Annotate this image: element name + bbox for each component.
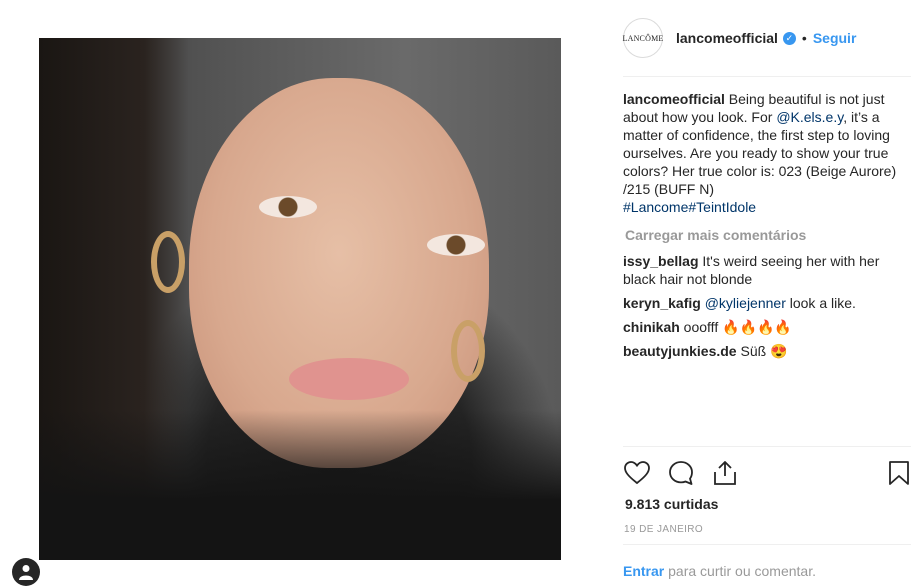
header-separator: • — [801, 30, 807, 46]
photo-lips — [289, 358, 409, 400]
photo-earring-left — [151, 231, 185, 293]
caption-hashtags-link[interactable]: #Lancome#TeintIdole — [623, 199, 756, 215]
comment-item: chinikah ooofff 🔥🔥🔥🔥 — [623, 318, 911, 336]
post-date: 19 DE JANEIRO — [624, 524, 704, 535]
login-prompt-text: para curtir ou comentar. — [664, 563, 816, 579]
post-actions-bar — [623, 455, 911, 491]
bookmark-icon[interactable] — [885, 459, 913, 487]
photo-eye-right — [427, 234, 485, 256]
comment-item: beautyjunkies.de Süß 😍 — [623, 342, 911, 360]
comment-text: ooofff 🔥🔥🔥🔥 — [679, 319, 792, 335]
caption-mention-link[interactable]: @K.els.e.y — [776, 109, 843, 125]
post-sidebar: LANCÔME lancomeofficial ✓ • Seguir lanco… — [600, 0, 923, 588]
actions-divider — [623, 446, 911, 447]
comment-username[interactable]: keryn_kafig — [623, 295, 701, 311]
user-avatar-icon[interactable] — [12, 558, 40, 586]
user-avatar-glyph — [19, 565, 33, 580]
load-more-comments-button[interactable]: Carregar mais comentários — [623, 226, 911, 244]
photo-eye-left — [259, 196, 317, 218]
comment-username[interactable]: chinikah — [623, 319, 680, 335]
comment-mention-link[interactable]: @kyliejenner — [705, 295, 786, 311]
login-link[interactable]: Entrar — [623, 563, 664, 579]
follow-button[interactable]: Seguir — [813, 30, 857, 46]
comment-text: look a like. — [785, 295, 856, 311]
comment-username[interactable]: beautyjunkies.de — [623, 343, 737, 359]
comment-username[interactable]: issy_bellag — [623, 253, 699, 269]
verified-badge-icon: ✓ — [782, 31, 796, 45]
comment-item: keryn_kafig @kyliejenner look a like. — [623, 294, 911, 312]
share-icon[interactable] — [711, 459, 739, 487]
caption-username[interactable]: lancomeofficial — [623, 91, 725, 107]
photo-jacket — [39, 410, 561, 560]
comment-text: Süß 😍 — [736, 343, 788, 359]
login-prompt: Entrar para curtir ou comentar. — [623, 563, 816, 579]
post-header: LANCÔME lancomeofficial ✓ • Seguir — [623, 18, 856, 58]
post-caption: lancomeofficial Being beautiful is not j… — [623, 90, 911, 216]
account-username[interactable]: lancomeofficial — [676, 30, 778, 46]
header-divider — [623, 76, 911, 77]
likes-count[interactable]: 9.813 curtidas — [625, 496, 718, 512]
heart-icon[interactable] — [623, 459, 651, 487]
footer-divider — [623, 544, 911, 545]
account-logo[interactable]: LANCÔME — [623, 18, 663, 58]
post-photo[interactable] — [39, 38, 561, 560]
comment-bubble-icon[interactable] — [667, 459, 695, 487]
post-media — [0, 0, 600, 588]
comments-section: lancomeofficial Being beautiful is not j… — [623, 90, 911, 366]
photo-earring-right — [451, 320, 485, 382]
comment-item: issy_bellag It's weird seeing her with h… — [623, 252, 911, 288]
